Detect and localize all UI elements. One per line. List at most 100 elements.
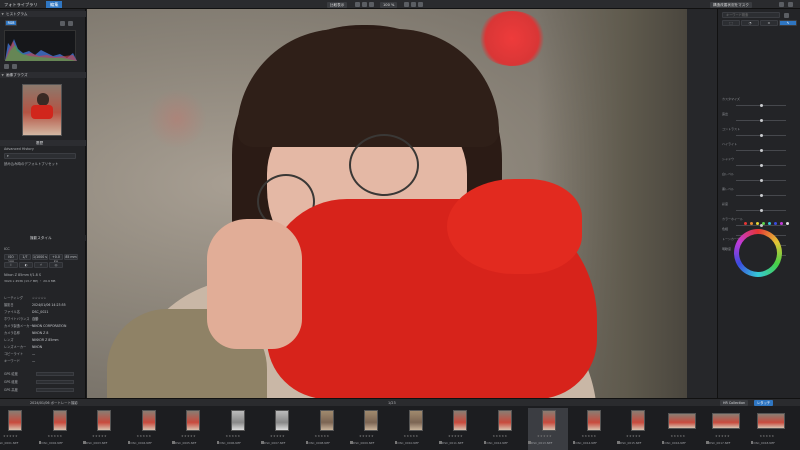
rating-stars[interactable]: ★★★★★ bbox=[760, 434, 775, 438]
filmstrip-frame[interactable]: ★★★★★ DSC_0005.NEF bbox=[172, 408, 212, 450]
filmstrip-frame[interactable]: ★★★★★ DSC_0006.NEF bbox=[216, 408, 257, 450]
filmstrip-frame[interactable]: ★★★★★ DSC_0012.NEF bbox=[483, 408, 524, 450]
adjustment-slider[interactable] bbox=[736, 119, 786, 122]
rating-stars[interactable]: ★★★★★ bbox=[626, 434, 641, 438]
flash-icon[interactable]: ⚡ bbox=[34, 262, 48, 268]
frame-thumbnail[interactable] bbox=[97, 410, 111, 431]
frame-thumbnail[interactable] bbox=[631, 410, 645, 431]
rating-stars[interactable]: ★★★★★ bbox=[359, 434, 374, 438]
color-swatch[interactable] bbox=[786, 222, 789, 225]
navigator-thumbnail[interactable] bbox=[22, 84, 62, 136]
metadata-row[interactable]: 撮影日 2024/01/06 14:23:55 bbox=[4, 302, 82, 308]
main-photo[interactable] bbox=[87, 9, 687, 398]
gps-row[interactable]: GPS 経度 bbox=[4, 379, 82, 385]
frame-thumbnail[interactable] bbox=[230, 410, 245, 431]
metadata-row[interactable]: ホワイトバランス 自動 bbox=[4, 316, 82, 322]
filmstrip-frame[interactable]: ★★★★★ DSC_0003.NEF bbox=[83, 408, 123, 450]
color-wheel[interactable] bbox=[734, 229, 782, 277]
color-swatch[interactable] bbox=[756, 222, 759, 225]
lens-icon[interactable]: ⅰ bbox=[4, 262, 18, 268]
adjustment-slider[interactable] bbox=[736, 194, 786, 197]
shadow-clip-icon[interactable] bbox=[4, 64, 9, 69]
slider-knob[interactable] bbox=[760, 194, 763, 197]
frame-thumbnail[interactable] bbox=[319, 410, 334, 431]
tool-tab-2[interactable]: ◔ bbox=[741, 20, 759, 26]
rating-stars[interactable]: ★★★★★ bbox=[48, 434, 63, 438]
rating-stars[interactable]: ★★★★★ bbox=[137, 434, 152, 438]
history-item[interactable]: 読み込み時のデフォルトプリセット bbox=[4, 161, 58, 166]
filmstrip-frame[interactable]: ★★★★★ DSC_0011.NEF bbox=[439, 408, 479, 450]
metadata-row[interactable]: ファイル名 DSC_0021 bbox=[4, 309, 82, 315]
metadata-row[interactable]: コピーライト — bbox=[4, 351, 82, 357]
filmstrip-frame[interactable]: ★★★★★ DSC_0001.NEF bbox=[0, 408, 34, 450]
filmstrip-frame[interactable]: ★★★★★ DSC_0010.NEF bbox=[394, 408, 435, 450]
gps-input[interactable] bbox=[36, 372, 74, 376]
adjustment-slider[interactable] bbox=[736, 224, 786, 227]
adjustment-slider[interactable] bbox=[736, 209, 786, 212]
exposure-icon[interactable]: ◐ bbox=[19, 262, 33, 268]
rating-stars[interactable]: ★★★★★ bbox=[404, 434, 419, 438]
metering-icon[interactable]: ◎ bbox=[49, 262, 63, 268]
gps-input[interactable] bbox=[36, 388, 74, 392]
hand-icon[interactable] bbox=[362, 2, 367, 7]
warning-icon[interactable] bbox=[60, 21, 65, 26]
adjustment-row[interactable]: 白レベル bbox=[722, 172, 797, 182]
filmstrip-frame[interactable]: ★★★★★ DSC_0014.NEF bbox=[572, 408, 613, 450]
filmstrip-frame[interactable]: ★★★★★ DSC_0004.NEF bbox=[127, 408, 168, 450]
frame-thumbnail[interactable] bbox=[453, 410, 467, 431]
rating-stars[interactable]: ★★★★★ bbox=[315, 434, 330, 438]
metadata-row[interactable]: レンズメーカー NIKON bbox=[4, 344, 82, 350]
rating-stars[interactable]: ★★★★★ bbox=[493, 434, 508, 438]
tool-tab-1[interactable]: ⬚ bbox=[722, 20, 740, 26]
highlight-clip-icon[interactable] bbox=[12, 64, 17, 69]
zoom-icon[interactable] bbox=[369, 2, 374, 7]
adjustment-row[interactable]: カスタマイズ bbox=[722, 97, 797, 107]
adjustment-slider[interactable] bbox=[736, 149, 786, 152]
gps-input[interactable] bbox=[36, 380, 74, 384]
eye-icon[interactable] bbox=[68, 21, 73, 26]
compare-button[interactable]: 比較表示 bbox=[327, 1, 348, 8]
slider-knob[interactable] bbox=[760, 179, 763, 182]
filmstrip-frame[interactable]: ★★★★★ DSC_0015.NEF bbox=[617, 408, 657, 450]
tool-tab-3[interactable]: ⊙ bbox=[760, 20, 778, 26]
adjustment-row[interactable]: 彩度 bbox=[722, 202, 797, 212]
gps-row[interactable]: GPS 高度 bbox=[4, 387, 82, 393]
metadata-row[interactable]: レンズ NIKKOR Z 85mm bbox=[4, 337, 82, 343]
zoom-select[interactable]: 100 % bbox=[380, 1, 398, 8]
filmstrip-frame[interactable]: ★★★★★ DSC_0002.NEF bbox=[38, 408, 79, 450]
adjustment-row[interactable]: 黒レベル bbox=[722, 187, 797, 197]
search-input[interactable]: キーワード検索 bbox=[722, 12, 780, 18]
frame-thumbnail[interactable] bbox=[542, 410, 556, 431]
frame-thumbnail[interactable] bbox=[586, 410, 601, 431]
frame-thumbnail[interactable] bbox=[497, 410, 512, 431]
metadata-row[interactable]: カメラ名称 NIKON Z 8 bbox=[4, 330, 82, 336]
adjustment-row[interactable]: シャドウ bbox=[722, 157, 797, 167]
frame-thumbnail[interactable] bbox=[364, 410, 378, 431]
frame-thumbnail[interactable] bbox=[52, 410, 67, 431]
rating-stars[interactable]: ★★★★★ bbox=[582, 434, 597, 438]
rating-stars[interactable]: ★★★★★ bbox=[181, 434, 196, 438]
adjustment-slider[interactable] bbox=[736, 164, 786, 167]
rating-stars[interactable]: ★★★★★ bbox=[537, 434, 552, 438]
adjustment-row[interactable]: 露出 bbox=[722, 112, 797, 122]
filmstrip-frame[interactable]: ★★★★★ DSC_0013.NEF bbox=[528, 408, 568, 450]
color-swatch[interactable] bbox=[774, 222, 777, 225]
search-icon[interactable] bbox=[784, 13, 789, 18]
rgb-chip[interactable]: RGB bbox=[5, 20, 17, 26]
user-icon[interactable] bbox=[779, 2, 784, 7]
color-swatch[interactable] bbox=[780, 222, 783, 225]
slider-knob[interactable] bbox=[760, 149, 763, 152]
adjustment-row[interactable]: コントラスト bbox=[722, 127, 797, 137]
filmstrip-frame[interactable]: ★★★★★ DSC_0007.NEF bbox=[261, 408, 301, 450]
metadata-row[interactable]: レーティング ☆☆☆☆☆ bbox=[4, 295, 82, 301]
adjustment-slider[interactable] bbox=[736, 134, 786, 137]
frame-thumbnail[interactable] bbox=[712, 413, 740, 429]
mask-button[interactable]: 構造改善状況をマスク bbox=[710, 1, 752, 8]
navigator-header[interactable]: ▼ 画像ブラウズ bbox=[0, 72, 86, 78]
history-section[interactable]: Advanced History bbox=[4, 147, 34, 151]
frame-thumbnail[interactable] bbox=[186, 410, 200, 431]
image-viewer[interactable] bbox=[87, 9, 717, 398]
rating-stars[interactable]: ★★★★★ bbox=[3, 434, 18, 438]
frame-thumbnail[interactable] bbox=[667, 413, 696, 429]
color-swatch[interactable] bbox=[762, 222, 765, 225]
